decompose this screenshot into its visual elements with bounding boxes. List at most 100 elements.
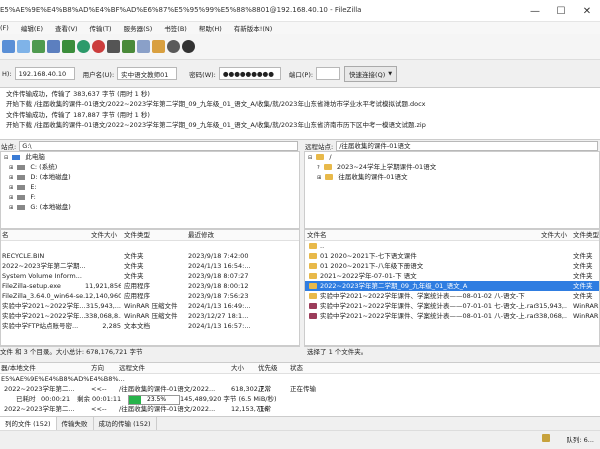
folder-icon: [309, 263, 317, 269]
menu-server[interactable]: 服务器(S): [124, 23, 153, 33]
tree-item-pc[interactable]: ⊟ 此电脑: [1, 152, 299, 162]
cancel-icon[interactable]: [92, 40, 105, 53]
column-size[interactable]: 大小: [231, 363, 244, 373]
cell-name: 01 2020~2021下-七下语文课件: [320, 252, 417, 260]
expand-icon[interactable]: ⊞: [317, 175, 321, 181]
menu-bookmarks[interactable]: 书签(B): [164, 23, 187, 33]
expand-icon[interactable]: ⊞: [9, 195, 13, 201]
expand-icon[interactable]: ⊞: [9, 165, 13, 171]
menu-view[interactable]: 查看(V): [55, 23, 78, 33]
column-filesize[interactable]: 文件大小: [91, 230, 117, 240]
tree-item-drive[interactable]: ⊞ C: (系统): [1, 162, 299, 172]
queue-row[interactable]: 2022~2023学年第二... <<-- /往届收集的课件-01语文/2022…: [0, 384, 600, 394]
toggle-remote-tree-icon[interactable]: [47, 40, 60, 53]
close-button[interactable]: ✕: [574, 0, 600, 22]
cell-name: FileZilla-setup.exe: [2, 282, 61, 290]
drive-icon: [17, 164, 26, 170]
queue-row[interactable]: E5%AE%9E%E4%B8%AD%E4%B8%...: [0, 374, 600, 384]
chevron-down-icon[interactable]: ▼: [388, 71, 392, 77]
tree-item-drive[interactable]: ⊞ E:: [1, 182, 299, 192]
tree-item-drive[interactable]: ⊞ F:: [1, 192, 299, 202]
cell-size: 11,921,856: [85, 282, 121, 290]
username-input[interactable]: 实中语文教师01: [117, 67, 178, 80]
tree-item-folder[interactable]: ⊞ 往届收集的课件-01语文: [305, 172, 599, 182]
collapse-icon[interactable]: ⊟: [4, 155, 8, 161]
queue-row[interactable]: 2022~2023学年第二... <<-- /往届收集的课件-01语文/2022…: [0, 404, 600, 414]
column-filesize[interactable]: 文件大小: [541, 230, 567, 240]
password-input[interactable]: ●●●●●●●●●: [218, 67, 281, 80]
menu-new-version[interactable]: 有新版本!(N): [234, 23, 273, 33]
tab-failed-transfers[interactable]: 传输失败: [57, 417, 94, 430]
column-local-file[interactable]: 器/本地文件: [1, 363, 36, 373]
column-filetype[interactable]: 文件类型: [124, 230, 150, 240]
column-remote-file[interactable]: 远程文件: [119, 363, 145, 373]
cell-type: 文件夹: [573, 262, 593, 270]
port-input[interactable]: [316, 67, 341, 80]
remote-file-row[interactable]: 2021~2022学年-07-01-下 语文 文件夹: [305, 271, 599, 281]
sync-browse-icon[interactable]: [152, 40, 165, 53]
remote-file-row[interactable]: 01 2020~2021下-八年级下册语文 文件夹: [305, 261, 599, 271]
remote-file-row[interactable]: 2022~2023学年第二学期_09_九年级_01_语文_A 文件夹: [305, 281, 599, 291]
remote-file-row[interactable]: 01 2020~2021下-七下语文课件 文件夹: [305, 251, 599, 261]
port-label: 端口(P):: [288, 70, 314, 79]
local-file-row[interactable]: [1, 241, 299, 251]
local-file-row[interactable]: System Volume Inform... 文件夹 2023/9/18 8:07…: [1, 271, 299, 281]
column-priority[interactable]: 优先级: [258, 363, 278, 373]
menu-help[interactable]: 帮助(H): [199, 23, 222, 33]
column-filename[interactable]: 文件名: [307, 230, 327, 240]
compare-icon[interactable]: [182, 40, 195, 53]
tab-successful-transfers[interactable]: 成功的传输 (152): [94, 417, 157, 430]
menu-edit[interactable]: 编辑(E): [21, 23, 43, 33]
tree-item-drive[interactable]: ⊞ D: (本地磁盘): [1, 172, 299, 182]
host-input[interactable]: 192.168.40.10: [14, 67, 75, 80]
local-file-row[interactable]: RECYCLE.BIN 文件夹 2023/9/18 7:42:00: [1, 251, 299, 261]
remote-path-input[interactable]: /往届收集的课件-01语文: [336, 140, 598, 151]
remote-file-row[interactable]: 实验中学2021~2022学年课件、学案统计表——07-01-01 七-语文-上…: [305, 301, 599, 311]
tree-item-drive[interactable]: ⊞ G: (本地磁盘): [1, 202, 299, 212]
local-file-row[interactable]: 实验中学2021~2022学年... 338,068,8... WinRAR 压缩文…: [1, 311, 299, 321]
collapse-icon[interactable]: ⊟: [308, 155, 312, 161]
site-manager-icon[interactable]: [2, 40, 15, 53]
remote-file-row[interactable]: ..: [305, 241, 599, 251]
tab-queued-files[interactable]: 列的文件 (152): [0, 417, 57, 430]
expand-icon[interactable]: ⊞: [9, 205, 13, 211]
menu-bar: (F) 编辑(E) 查看(V) 传输(T) 服务器(S) 书签(B) 帮助(H)…: [0, 22, 600, 34]
folder-icon: [309, 243, 317, 249]
column-filetype[interactable]: 文件类型: [573, 230, 599, 240]
menu-transfer[interactable]: 传输(T): [90, 23, 112, 33]
toggle-queue-icon[interactable]: [62, 40, 75, 53]
column-modified[interactable]: 最近修改: [188, 230, 214, 240]
refresh-icon[interactable]: [77, 40, 90, 53]
local-path-input[interactable]: G:\: [19, 140, 298, 151]
search-icon[interactable]: [167, 40, 180, 53]
minimize-button[interactable]: —: [522, 0, 548, 22]
tree-item-root[interactable]: ⊟ /: [305, 152, 599, 162]
local-file-row[interactable]: 2022~2023学年第二学期... 文件夹 2024/1/13 16:54:...: [1, 261, 299, 271]
cell-modified: 2023/9/18 8:07:27: [188, 272, 249, 280]
local-file-row[interactable]: 实验中学2021~2022学年... 315,943,... WinRAR 压缩文件…: [1, 301, 299, 311]
column-filename[interactable]: 名: [2, 230, 9, 240]
menu-file[interactable]: (F): [0, 24, 9, 32]
tree-item-folder[interactable]: ? 2023~24学年上学期课件-01语文: [305, 162, 599, 172]
disconnect-icon[interactable]: [107, 40, 120, 53]
expand-icon[interactable]: ⊞: [9, 185, 13, 191]
local-file-header: 名 文件大小 文件类型 最近修改: [1, 230, 299, 241]
toggle-local-tree-icon[interactable]: [32, 40, 45, 53]
local-file-row[interactable]: 实验中学FTP站点账号密... 2,285 文本文档 2024/1/13 16:57:…: [1, 321, 299, 331]
remote-file-row[interactable]: 实验中学2021~2022学年课件、学案统计表——08-01-02 八-语文-下…: [305, 291, 599, 301]
title-bar: E5%AE%9E%E4%B8%AD%E4%BF%AD%E6%87%E5%95%9…: [0, 0, 600, 22]
remote-file-row[interactable]: 实验中学2021~2022学年课件、学案统计表——08-01-01 八-语文-上…: [305, 311, 599, 321]
bottom-status-bar: 队列: 6...: [0, 430, 600, 449]
toggle-log-icon[interactable]: [17, 40, 30, 53]
expand-icon[interactable]: ⊞: [9, 175, 13, 181]
cell-size: 315,943,...: [535, 302, 567, 310]
reconnect-icon[interactable]: [122, 40, 135, 53]
local-file-row[interactable]: FileZilla_3.64.0_win64-se... 12,140,960 应用…: [1, 291, 299, 301]
cell-modified: 2023/9/18 7:42:00: [188, 252, 249, 260]
quickconnect-button[interactable]: 快速连接(Q) ▼: [344, 65, 398, 82]
dir-listing-filter-icon[interactable]: [137, 40, 150, 53]
local-file-row[interactable]: FileZilla-setup.exe 11,921,856 应用程序 2023/9/…: [1, 281, 299, 291]
column-direction[interactable]: 方向: [91, 363, 104, 373]
maximize-button[interactable]: ☐: [548, 0, 574, 22]
column-status[interactable]: 状态: [290, 363, 303, 373]
